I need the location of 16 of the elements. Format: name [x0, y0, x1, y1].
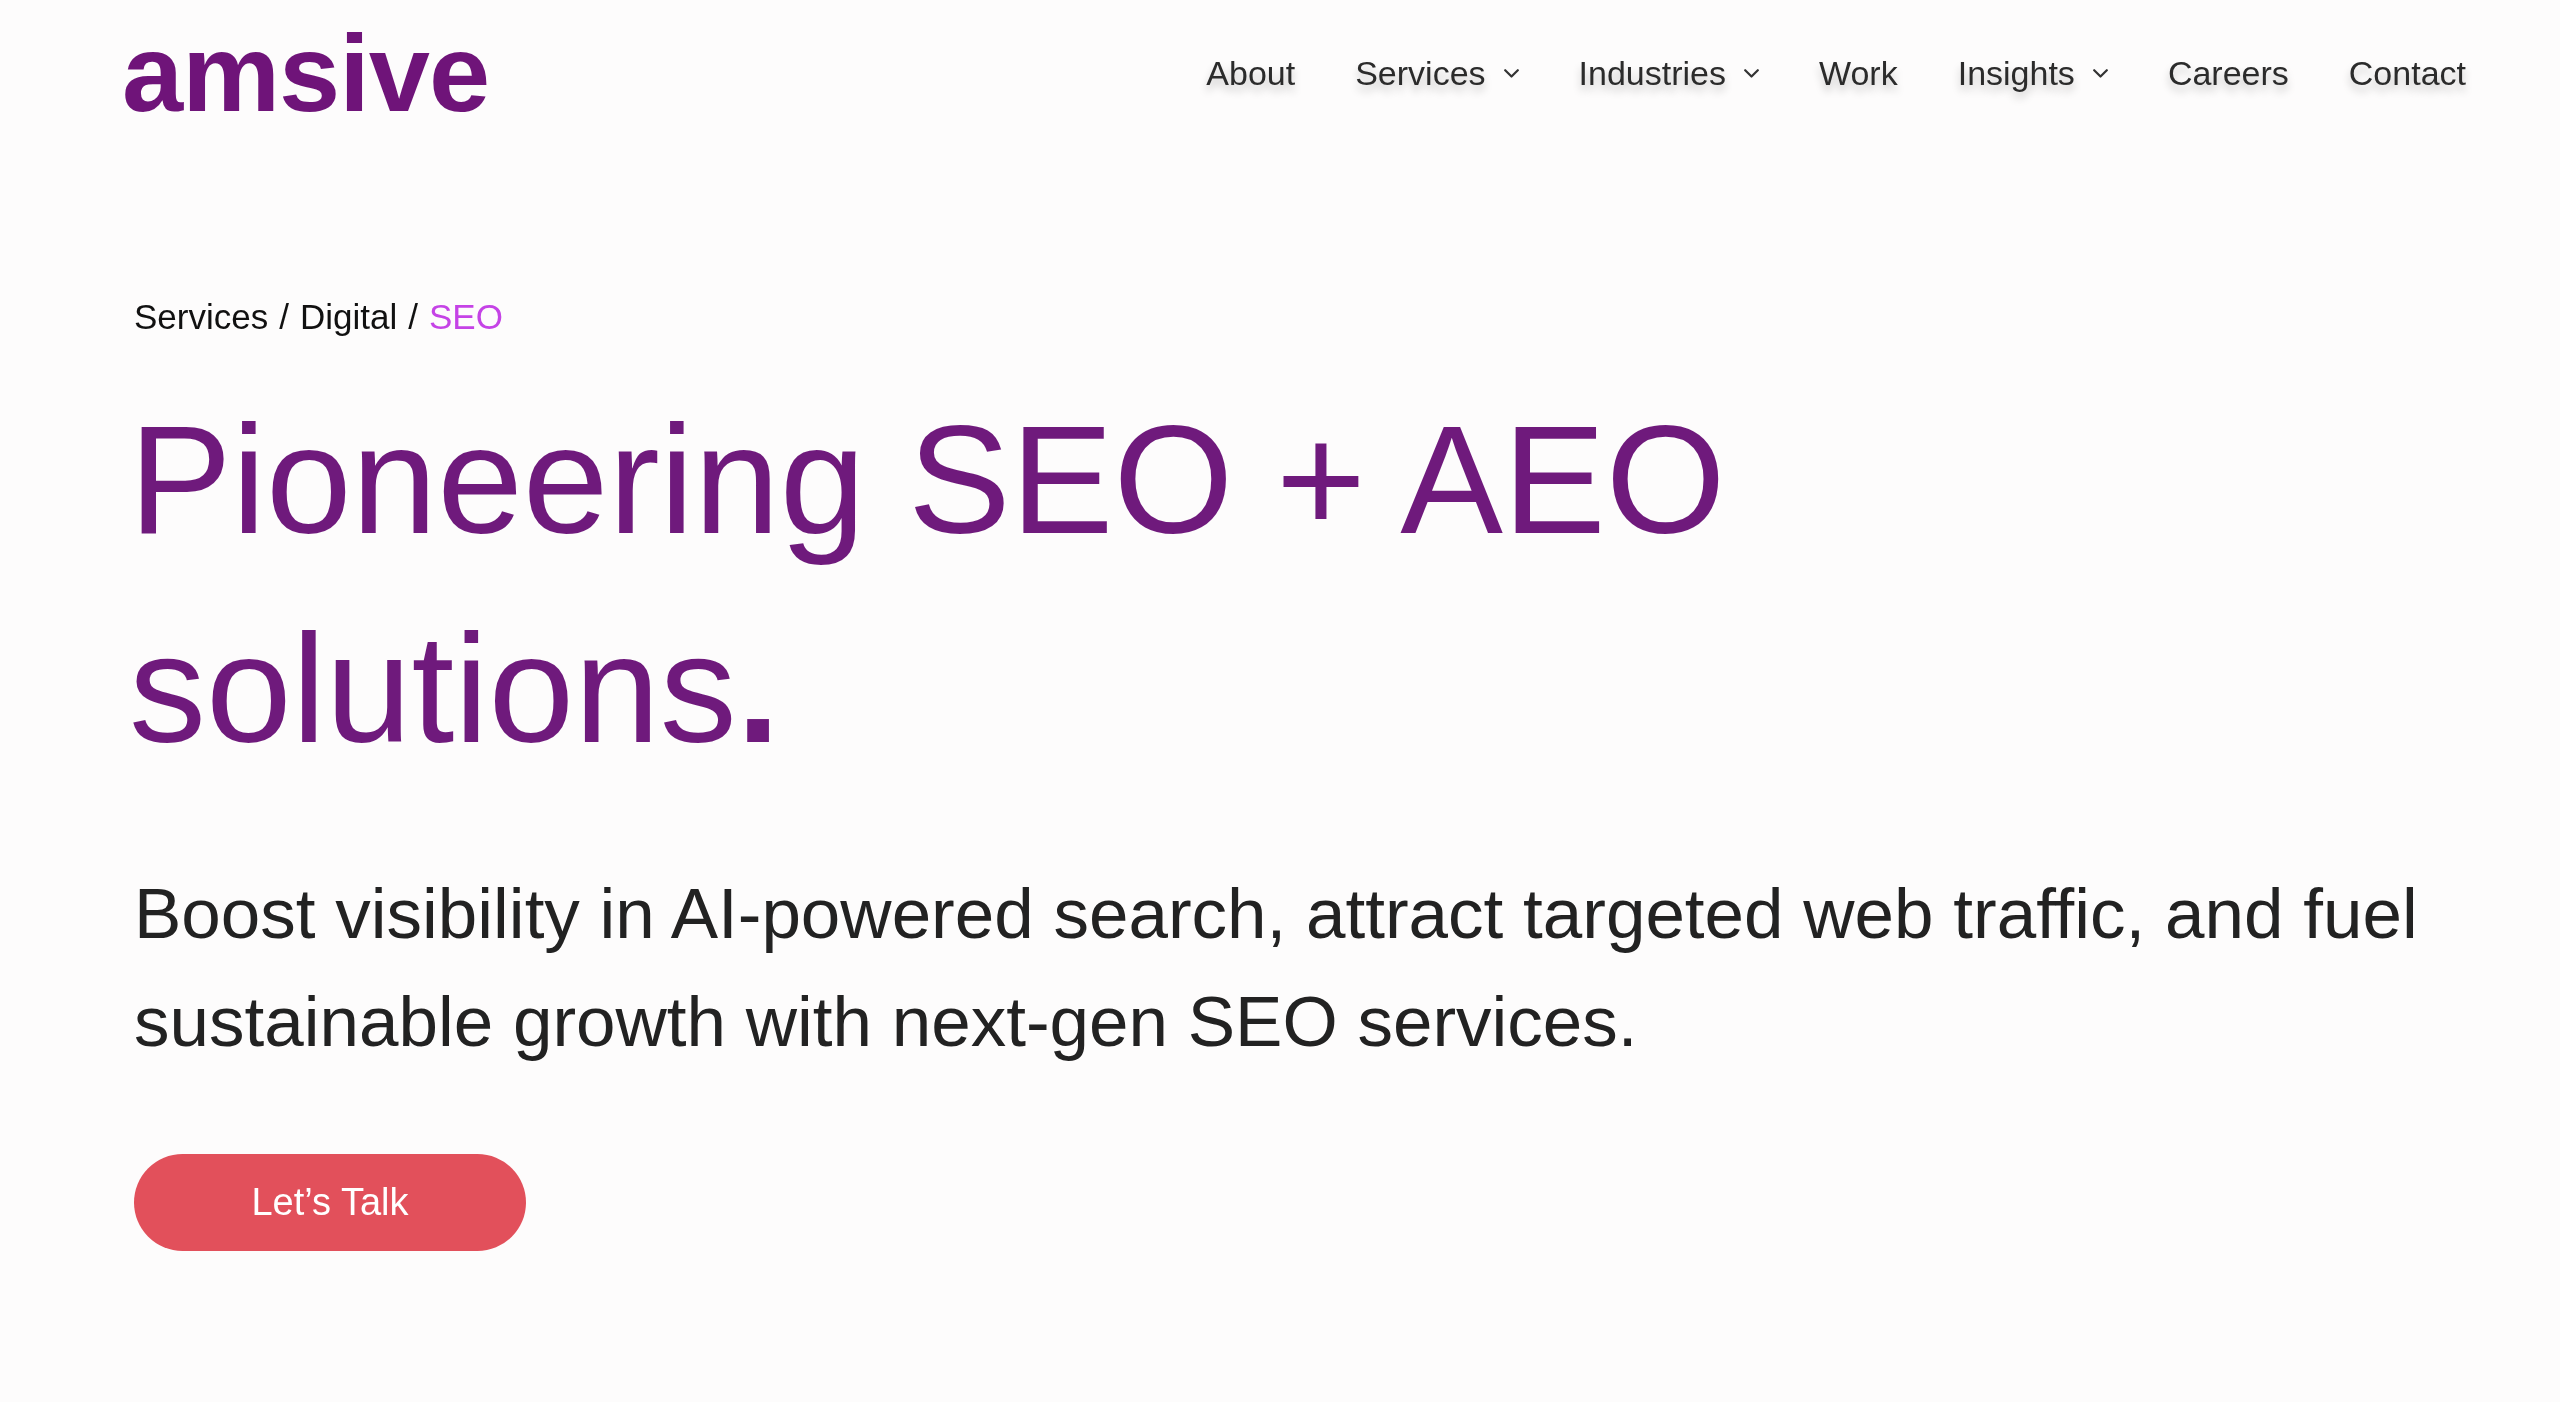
breadcrumb-separator: /: [279, 296, 289, 338]
brand-logo[interactable]: amsive: [122, 18, 490, 128]
nav-link[interactable]: About: [1206, 53, 1296, 93]
breadcrumb-link[interactable]: Digital: [299, 293, 398, 341]
breadcrumb-current: SEO: [428, 296, 503, 338]
nav-link[interactable]: Contact: [2348, 53, 2466, 93]
breadcrumb-link[interactable]: Services: [134, 293, 269, 341]
nav-link[interactable]: Work: [1818, 53, 1898, 93]
breadcrumb-separator: /: [408, 296, 418, 338]
nav-link[interactable]: Insights: [1957, 53, 2108, 93]
hero-headline: Pioneering SEO + AEO solutions.: [129, 393, 1727, 777]
lets-talk-button[interactable]: Let’s Talk: [134, 1154, 526, 1251]
nav-link[interactable]: Careers: [2167, 53, 2289, 93]
nav-link[interactable]: Services: [1355, 53, 1519, 93]
hero-description: Boost visibility in AI-powered search, attract targeted web traffic, and fuel sustainable growth with next-gen SEO services.: [134, 873, 2419, 1063]
nav-link[interactable]: Industries: [1578, 53, 1759, 93]
